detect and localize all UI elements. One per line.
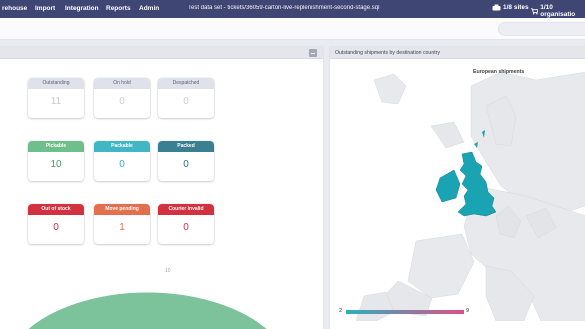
color-scale-bar (346, 310, 464, 314)
tile-value: 11 (50, 96, 62, 107)
status-tile-outstanding[interactable]: Outstanding 11 (28, 78, 84, 118)
map-panel-header: Outstanding shipments by destination cou… (330, 47, 585, 59)
map-title: European shipments (473, 69, 525, 75)
europe-map[interactable] (336, 66, 585, 322)
tile-label: Outstanding (28, 78, 84, 89)
nav-item-import[interactable]: Import (35, 5, 55, 12)
gauge-chart (28, 292, 267, 329)
status-tile-packed[interactable]: Packed 0 (158, 141, 214, 181)
tile-value: 0 (183, 222, 189, 233)
sites-selector[interactable]: 1/8 sites (492, 4, 529, 11)
tile-value: 0 (119, 159, 125, 170)
tile-label: Out of stock (28, 204, 84, 215)
tile-label: Packable (94, 141, 150, 152)
tile-label: On hold (94, 78, 150, 89)
status-tile-despatched[interactable]: Despatched 0 (158, 78, 214, 118)
tile-label: Packed (158, 141, 214, 152)
tile-label: Pickable (28, 141, 84, 152)
status-panel-header (0, 47, 323, 59)
status-tile-on-hold[interactable]: On hold 0 (94, 78, 150, 118)
tile-value: 0 (183, 96, 189, 107)
dataset-title: Test data set - tickets/36059-carton-liv… (188, 5, 380, 11)
tile-value: 1 (119, 222, 125, 233)
tile-value: 0 (119, 96, 125, 107)
nav-item-warehouse[interactable]: rehouse (2, 5, 27, 12)
site-icon (492, 4, 501, 11)
tile-label: Move pending (94, 204, 150, 215)
cart-icon (531, 7, 539, 14)
nav-item-admin[interactable]: Admin (139, 5, 159, 12)
nav-item-reports[interactable]: Reports (106, 5, 131, 12)
status-tile-out-of-stock[interactable]: Out of stock 0 (28, 204, 84, 244)
tile-value: 10 (50, 159, 62, 170)
status-tile-pickable[interactable]: Pickable 10 (28, 141, 84, 181)
tile-value: 0 (53, 222, 59, 233)
tile-value: 0 (183, 159, 189, 170)
top-nav-bar: rehouse Import Integration Reports Admin… (0, 0, 585, 18)
status-tile-packable[interactable]: Packable 0 (94, 141, 150, 181)
status-tile-move-pending[interactable]: Move pending 1 (94, 204, 150, 244)
tile-label: Despatched (158, 78, 214, 89)
scale-max-label: 9 (466, 308, 470, 314)
collapse-icon[interactable] (309, 49, 317, 57)
search-input[interactable] (498, 22, 585, 36)
organisations-selector[interactable]: 1/10 organisatio (531, 4, 585, 18)
secondary-bar (0, 18, 585, 40)
scale-min-label: 2 (339, 308, 343, 314)
status-tile-courier-invalid[interactable]: Courier invalid 0 (158, 204, 214, 244)
organisations-count: 1/10 organisatio (540, 4, 576, 18)
sites-count: 1/8 sites (503, 4, 529, 11)
map-panel-title: Outstanding shipments by destination cou… (335, 49, 440, 56)
tile-label: Courier invalid (158, 204, 214, 215)
nav-item-integration[interactable]: Integration (65, 5, 99, 12)
